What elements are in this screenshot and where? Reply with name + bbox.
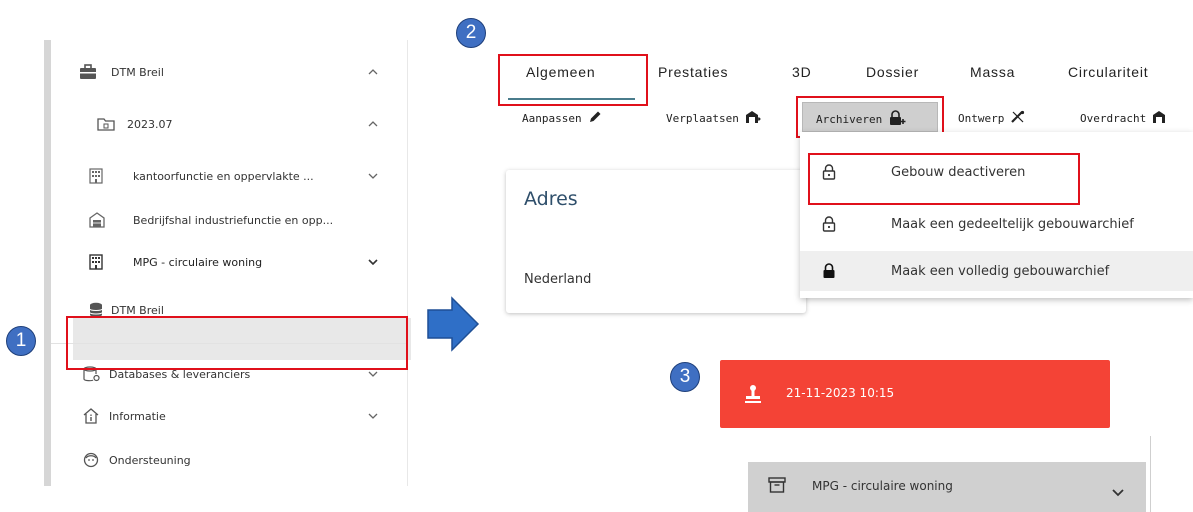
info-house-icon: [83, 408, 99, 424]
archived-timestamp: 21-11-2023 10:15: [786, 386, 895, 400]
pencil-icon: [588, 110, 602, 127]
sidebar-item-label: kantoorfunctie en oppervlakte ...: [133, 169, 314, 183]
transfer-building-icon: [1152, 110, 1166, 127]
menu-item-label: Maak een gedeeltelijk gebouwarchief: [891, 216, 1134, 232]
tab-circulariteit[interactable]: Circulariteit: [1068, 64, 1148, 80]
sidebar-project-label: DTM Breil: [111, 65, 164, 79]
chevron-up-icon[interactable]: [367, 118, 379, 130]
sidebar-item-bedrijfshal[interactable]: Bedrijfshal industriefunctie en opp...: [51, 208, 407, 232]
aanpassen-label: Aanpassen: [522, 112, 582, 125]
chevron-down-icon[interactable]: [367, 410, 379, 422]
step-badge-3: 3: [670, 362, 700, 392]
sidebar-section-ondersteuning[interactable]: Ondersteuning: [51, 448, 407, 472]
highlight-box-tab: [498, 54, 648, 106]
chevron-down-icon[interactable]: [367, 256, 379, 268]
design-tools-icon: [1010, 110, 1026, 127]
warehouse-move-icon: [745, 110, 761, 127]
menu-item-volledig-archief[interactable]: Maak een volledig gebouwarchief: [800, 251, 1193, 291]
sidebar-database-label: DTM Breil: [111, 303, 164, 317]
tab-massa[interactable]: Massa: [970, 64, 1015, 80]
archive-box-icon: [768, 476, 786, 498]
sidebar-folder[interactable]: 2023.07: [51, 112, 407, 136]
lock-filled-icon: [822, 263, 836, 283]
overdracht-label: Overdracht: [1080, 112, 1147, 125]
sidebar-project[interactable]: DTM Breil: [51, 60, 407, 84]
address-card-title: Adres: [524, 188, 578, 210]
sidebar-item-label: Bedrijfshal industriefunctie en opp...: [133, 213, 334, 227]
verplaatsen-label: Verplaatsen: [666, 112, 739, 125]
ontwerp-label: Ontwerp: [958, 112, 1005, 125]
warehouse-icon: [89, 212, 105, 228]
chevron-up-icon[interactable]: [367, 66, 379, 78]
tab-dossier[interactable]: Dossier: [866, 64, 919, 80]
sidebar-item-mpg[interactable]: MPG - circulaire woning: [51, 250, 407, 274]
step-badge-2: 2: [456, 18, 486, 48]
briefcase-icon: [79, 64, 97, 80]
archived-banner: [720, 360, 1110, 428]
folder-icon: [97, 116, 115, 132]
building-icon: [89, 168, 103, 184]
stamp-icon: [744, 384, 762, 408]
menu-item-gedeeltelijk-archief[interactable]: Maak een gedeeltelijk gebouwarchief: [800, 204, 1193, 244]
ontwerp-button[interactable]: Ontwerp: [958, 110, 1026, 127]
sidebar-item-label: MPG - circulaire woning: [133, 255, 263, 269]
step-badge-1: 1: [6, 326, 36, 356]
support-face-icon: [83, 452, 99, 468]
archived-item-label: MPG - circulaire woning: [812, 479, 953, 493]
verplaatsen-button[interactable]: Verplaatsen: [666, 110, 761, 127]
highlight-box-selected-item: [66, 316, 408, 370]
highlight-box-deactiveren: [808, 153, 1080, 205]
lock-outline-icon: [822, 216, 836, 236]
sidebar-section-label: Informatie: [109, 409, 166, 423]
panel-divider: [1150, 436, 1151, 512]
sidebar-section-informatie[interactable]: Informatie: [51, 404, 407, 428]
chevron-down-icon[interactable]: [1112, 482, 1124, 501]
tab-prestaties[interactable]: Prestaties: [658, 64, 728, 80]
archived-sidebar-item[interactable]: MPG - circulaire woning: [748, 462, 1146, 512]
arrow-right-icon: [427, 296, 480, 352]
sidebar-item-kantoorfunctie[interactable]: kantoorfunctie en oppervlakte ...: [51, 164, 407, 188]
sidebar-folder-label: 2023.07: [127, 117, 173, 131]
address-country: Nederland: [524, 272, 592, 287]
menu-item-label: Maak een volledig gebouwarchief: [891, 263, 1110, 279]
tab-3d[interactable]: 3D: [792, 64, 812, 80]
sidebar: DTM Breil 2023.07 kantoorfunctie en oppe…: [44, 40, 411, 486]
building-icon: [89, 254, 103, 270]
overdracht-button[interactable]: Overdracht: [1080, 110, 1166, 127]
sidebar-section-label: Ondersteuning: [109, 453, 191, 467]
aanpassen-button[interactable]: Aanpassen: [522, 110, 602, 127]
chevron-down-icon[interactable]: [367, 170, 379, 182]
